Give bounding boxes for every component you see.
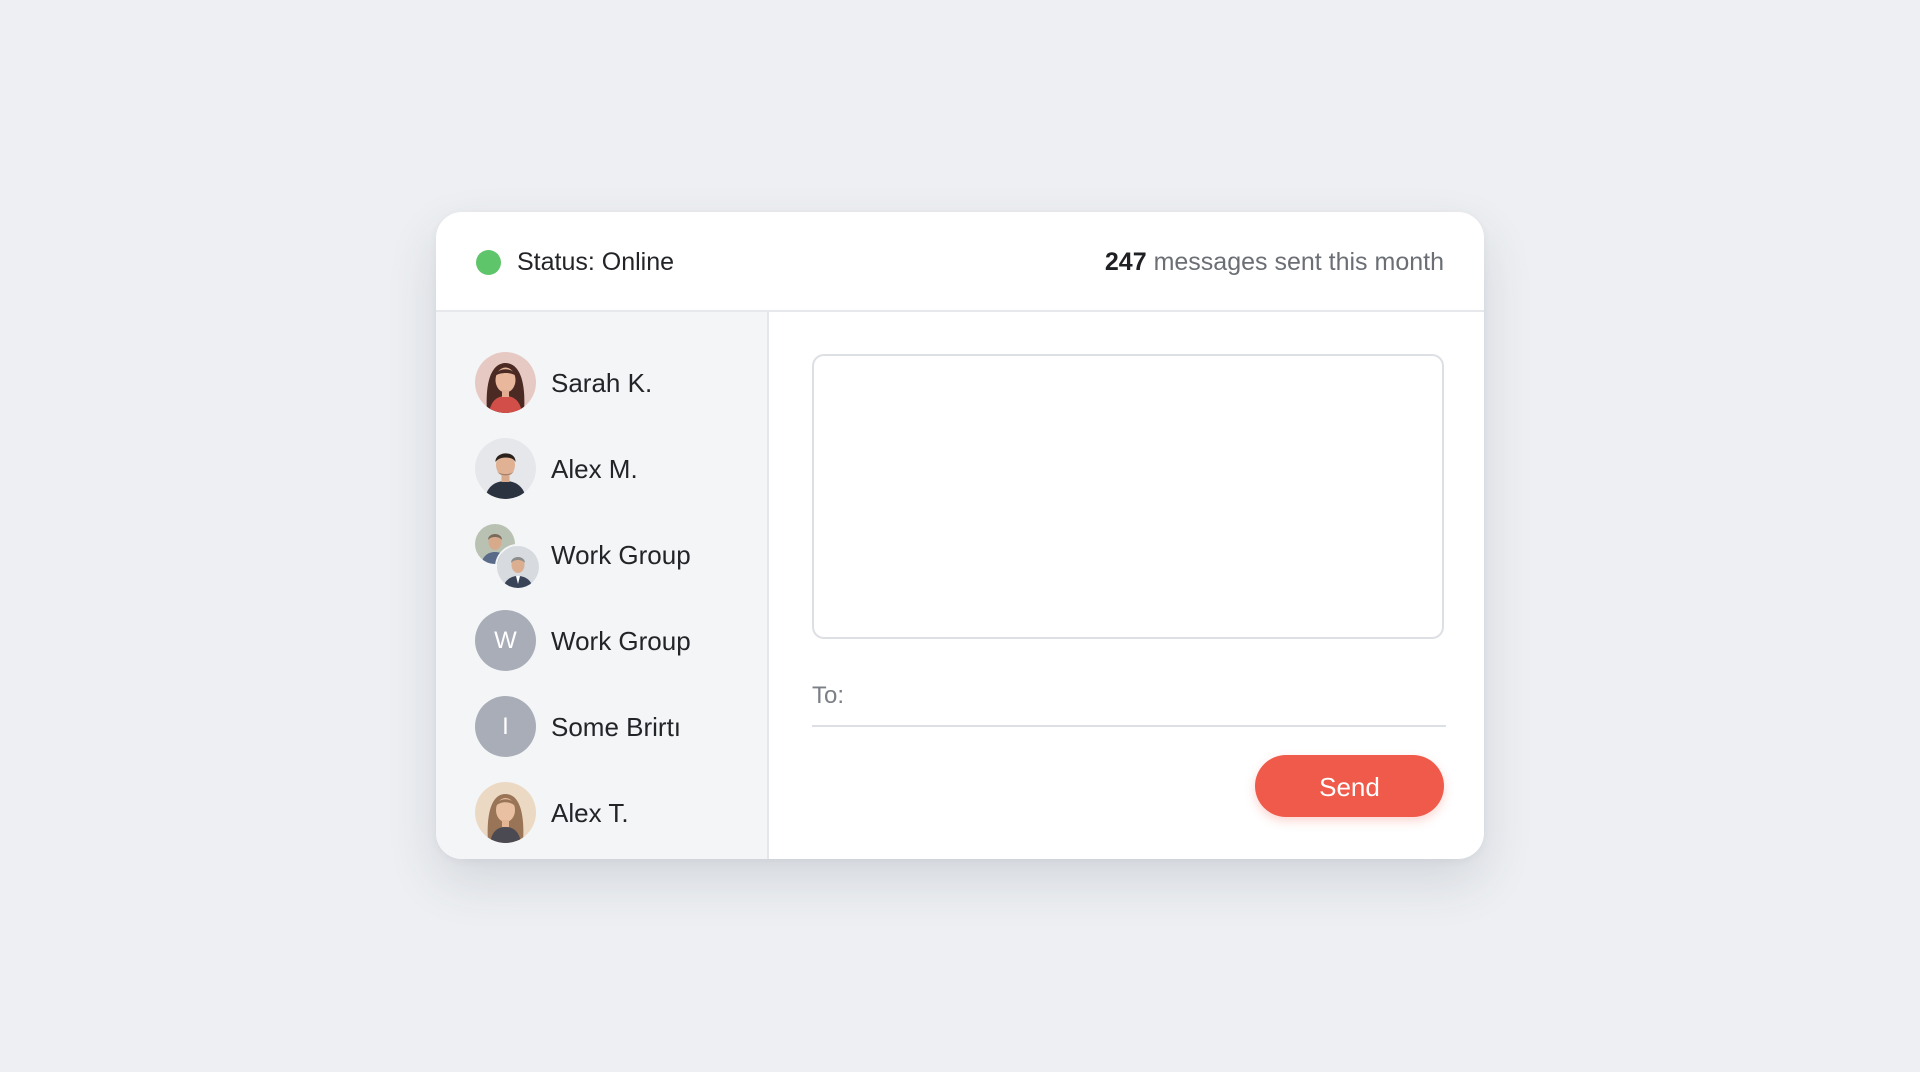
photo-man-icon — [475, 438, 536, 499]
online-status-dot-icon — [476, 250, 501, 275]
message-body-input[interactable] — [812, 354, 1444, 639]
photo-woman-dark-hair-icon — [475, 352, 536, 413]
contact-name: Sarah K. — [551, 368, 653, 398]
contact-name: Some Brirtı — [551, 712, 682, 742]
contact-name: Work Group — [551, 540, 691, 570]
contact-name: Work Group — [551, 626, 691, 656]
initial-avatar: I — [475, 696, 536, 757]
messages-sent-stat: 247 messages sent this month — [1105, 246, 1444, 278]
contact-item-work-group[interactable]: Work Group — [475, 524, 755, 590]
initial-avatar: W — [475, 610, 536, 671]
contacts-sidebar: Sarah K. Alex M. Work Group W Work Group… — [436, 312, 769, 859]
contact-item-alex-t[interactable]: Alex T. — [475, 782, 755, 844]
recipient-input[interactable] — [854, 675, 1438, 717]
contact-item-some-brirti[interactable]: I Some Brirtı — [475, 696, 755, 758]
status-header: Status: Online 247 messages sent this mo… — [436, 212, 1484, 312]
messenger-card: Status: Online 247 messages sent this mo… — [436, 212, 1484, 859]
contact-item-work-group-w[interactable]: W Work Group — [475, 610, 755, 672]
contact-name: Alex T. — [551, 798, 629, 828]
contact-item-alex-m[interactable]: Alex M. — [475, 438, 755, 500]
messages-count: 247 — [1104, 248, 1147, 276]
recipient-row: To: — [812, 667, 1446, 727]
group-photos-icon — [475, 524, 541, 590]
photo-woman-light-hair-icon — [475, 782, 536, 843]
to-label: To: — [812, 682, 845, 709]
messages-suffix: messages sent this month — [1146, 248, 1444, 276]
send-button[interactable]: Send — [1255, 755, 1444, 817]
status-label: Status: Online — [517, 248, 675, 276]
contact-name: Alex M. — [551, 454, 638, 484]
contact-item-sarah-k[interactable]: Sarah K. — [475, 352, 755, 414]
